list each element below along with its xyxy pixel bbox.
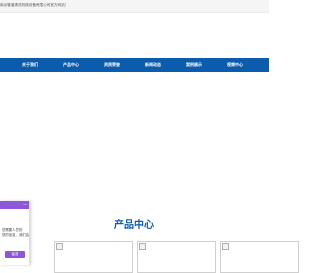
product-card[interactable]	[54, 241, 133, 273]
nav-item-cases[interactable]: 案例展示	[186, 62, 202, 68]
broken-image-icon	[139, 243, 146, 250]
main-nav: 关于我们 产品中心 资质荣誉 新闻动态 案例展示 视频中心	[0, 58, 269, 72]
chat-message: 您需要人员的 您的信息，我们会	[2, 228, 30, 238]
chat-header: —	[0, 201, 29, 209]
welcome-text: 南京管道清洗机械设备有限公司官方网站！	[0, 3, 69, 7]
nav-item-videos[interactable]: 视频中心	[227, 62, 243, 68]
nav-item-news[interactable]: 新闻动态	[145, 62, 161, 68]
product-card[interactable]	[220, 241, 299, 273]
chat-message-line: 您的信息，我们会	[2, 233, 30, 237]
top-bar: 南京管道清洗机械设备有限公司官方网站！	[0, 0, 269, 13]
leave-message-button[interactable]: 留言	[5, 251, 25, 258]
nav-item-about[interactable]: 关于我们	[22, 62, 38, 68]
chat-widget: — 您需要人员的 您的信息，我们会 留言	[0, 201, 30, 265]
minimize-icon[interactable]: —	[23, 202, 27, 207]
broken-image-icon	[56, 243, 63, 250]
products-section-title: 产品中心	[114, 220, 154, 231]
nav-item-honors[interactable]: 资质荣誉	[104, 62, 120, 68]
product-card[interactable]	[137, 241, 216, 273]
broken-image-icon	[222, 243, 229, 250]
nav-item-products[interactable]: 产品中心	[63, 62, 79, 68]
